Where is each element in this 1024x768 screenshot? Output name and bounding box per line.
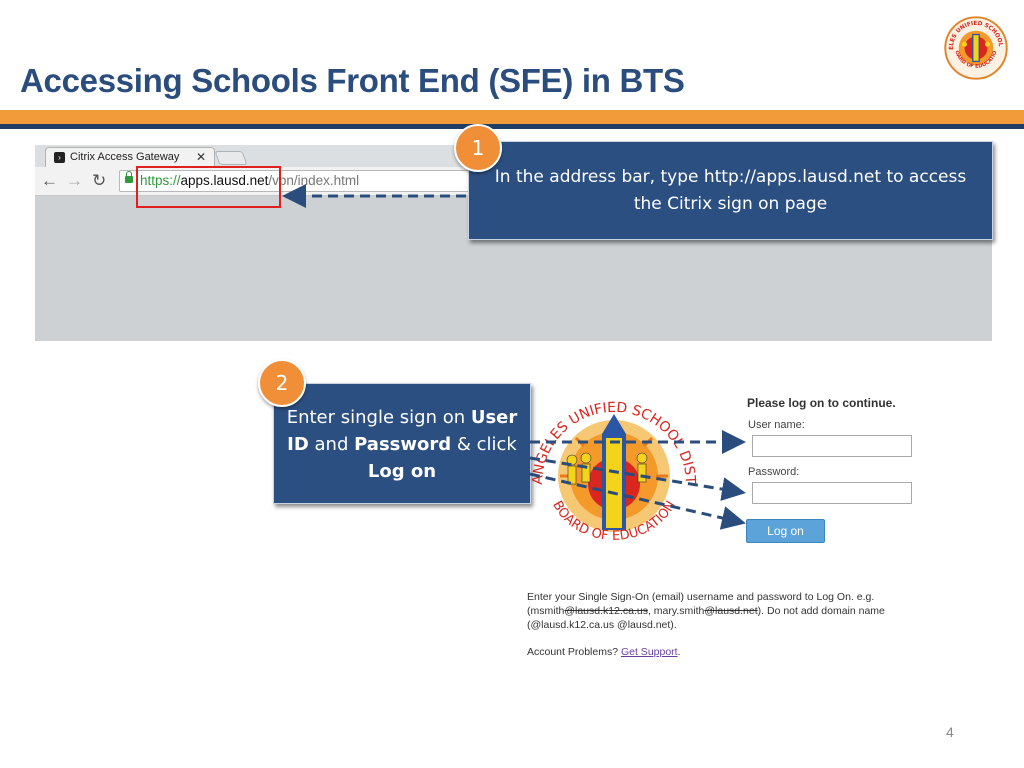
tab-title: Citrix Access Gateway (70, 151, 180, 163)
back-icon[interactable]: ← (41, 171, 58, 191)
sign-on-note: Enter your Single Sign-On (email) userna… (527, 590, 927, 632)
step2-log-on: Log on (367, 461, 437, 482)
slide-title: Accessing Schools Front End (SFE) in BTS (20, 62, 685, 99)
note-text: , mary.smith (647, 605, 705, 617)
step2-text-part: Enter single sign on (286, 407, 471, 428)
account-problems-text: Account Problems? Get Support. (527, 646, 681, 658)
step2-text-part: & click (451, 434, 517, 455)
password-label: Password: (748, 466, 800, 478)
step1-badge: 1 (454, 124, 502, 172)
note-old-domain: @lausd.net (704, 605, 758, 617)
forward-icon[interactable]: → (66, 171, 83, 191)
reload-icon[interactable]: ↻ (92, 171, 106, 191)
url-path: /vpn/index.html (268, 173, 360, 188)
lausd-seal-logo: LOS ANGELES UNIFIED SCHOOL DISTRICT BOAR… (944, 16, 1008, 80)
get-support-link[interactable]: Get Support (621, 646, 678, 658)
username-input[interactable] (752, 435, 912, 457)
accent-bar-dark (0, 124, 1024, 129)
new-tab-button[interactable] (214, 151, 248, 165)
browser-tab[interactable]: › Citrix Access Gateway ✕ (45, 147, 215, 168)
support-suffix: . (677, 646, 681, 658)
tab-close-icon[interactable]: ✕ (196, 150, 206, 164)
page-number: 4 (946, 724, 954, 740)
accent-bar (0, 110, 1024, 124)
citrix-favicon-icon: › (54, 152, 65, 163)
password-input[interactable] (752, 482, 912, 504)
step2-callout: Enter single sign on User ID and Passwor… (273, 383, 531, 504)
support-prefix: Account Problems? (527, 646, 621, 658)
login-heading: Please log on to continue. (747, 396, 896, 410)
lock-icon (125, 171, 133, 183)
step2-text: Enter single sign on User ID and Passwor… (282, 404, 522, 485)
step1-callout: In the address bar, type http://apps.lau… (468, 141, 993, 240)
note-old-domain: @lausd.k12.ca.us (564, 605, 648, 617)
step2-badge: 2 (258, 359, 306, 407)
step1-text: In the address bar, type http://apps.lau… (494, 167, 967, 214)
step2-text-part: and (308, 434, 355, 455)
step2-password: Password (354, 434, 452, 455)
lausd-board-seal: LOS ANGELES UNIFIED SCHOOL DISTRICT BOAR… (528, 392, 698, 544)
username-label: User name: (748, 419, 805, 431)
url-highlight-box (136, 166, 281, 208)
log-on-button[interactable]: Log on (746, 519, 825, 543)
